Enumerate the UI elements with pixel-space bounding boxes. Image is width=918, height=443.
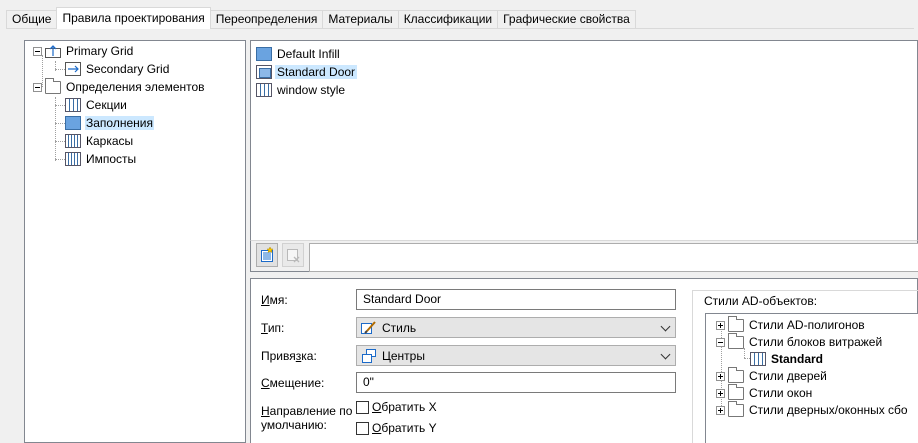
type-dropdown[interactable]: Стиль	[356, 317, 676, 338]
folder-icon	[728, 315, 744, 332]
delete-element-icon	[287, 249, 300, 263]
checkbox-box[interactable]	[356, 421, 369, 435]
tree-node-primary-grid[interactable]: Primary Grid	[33, 42, 134, 60]
list-item[interactable]: Default Infill	[256, 45, 342, 63]
collapse-icon[interactable]	[716, 337, 725, 347]
tree-node-label: Заполнения	[85, 116, 154, 130]
new-element-button[interactable]	[256, 243, 278, 267]
secondary-grid-icon	[65, 62, 81, 76]
mullion-icon	[65, 152, 81, 166]
tree-node-window-styles[interactable]: Стили окон	[716, 383, 813, 402]
primary-grid-icon	[45, 44, 61, 58]
tree-node-label: Primary Grid	[66, 44, 134, 58]
offset-label: Смещение:	[261, 376, 325, 390]
folder-icon	[728, 400, 744, 417]
expand-icon[interactable]	[716, 388, 725, 398]
expand-icon[interactable]	[716, 371, 725, 381]
type-value: Стиль	[382, 320, 417, 335]
default-direction-label: Направление по умолчанию:	[261, 404, 353, 432]
window-icon	[256, 83, 272, 97]
tree-connector	[55, 105, 65, 106]
curtain-unit-icon	[750, 352, 766, 366]
tree-connector	[55, 69, 65, 70]
list-item-label: Default Infill	[277, 47, 340, 61]
new-element-icon	[261, 247, 274, 262]
tree-node-label: Стили дверных/оконных сбо	[749, 403, 908, 417]
tree-node-secondary-grid[interactable]: Secondary Grid	[65, 60, 170, 78]
tab-design-rules[interactable]: Правила проектирования	[56, 7, 211, 29]
tree-node-label: Определения элементов	[66, 80, 205, 94]
tree-node-label: Стили AD-полигонов	[749, 318, 865, 332]
tree-node-label: Каркасы	[86, 134, 134, 148]
tree-node-label: Секции	[86, 98, 127, 112]
folder-icon	[728, 332, 744, 349]
infill-list[interactable]: Default Infill Standard Door window styl…	[250, 40, 918, 272]
tree-node-curtain-wall-unit-styles[interactable]: Стили блоков витражей	[716, 332, 883, 351]
tree-node-polygon-styles[interactable]: Стили AD-полигонов	[716, 315, 866, 334]
tree-node-frames[interactable]: Каркасы	[65, 132, 134, 150]
tree-node-label: Стили дверей	[749, 369, 827, 383]
type-label: Тип:	[261, 321, 285, 335]
tab-display-properties[interactable]: Графические свойства	[497, 10, 636, 28]
list-item[interactable]: window style	[256, 81, 347, 99]
collapse-icon[interactable]	[33, 82, 42, 92]
tree-connector	[55, 141, 65, 142]
tab-overrides[interactable]: Переопределения	[209, 10, 324, 28]
center-binding-icon	[362, 348, 376, 363]
tab-materials[interactable]: Материалы	[322, 10, 399, 28]
infill-icon	[65, 116, 81, 130]
chevron-down-icon	[660, 349, 671, 360]
tree-node-sections[interactable]: Секции	[65, 96, 128, 114]
tree-node-door-styles[interactable]: Стили дверей	[716, 366, 828, 385]
chevron-down-icon	[660, 321, 671, 332]
tree-node-label: Стили блоков витражей	[749, 335, 883, 349]
list-item[interactable]: Standard Door	[256, 63, 358, 81]
frame-icon	[65, 134, 81, 148]
folder-icon	[728, 383, 744, 400]
tree-connector	[55, 97, 56, 161]
binding-value: Центры	[382, 348, 425, 363]
expand-icon[interactable]	[716, 405, 725, 415]
tree-node-element-definitions[interactable]: Определения элементов	[33, 77, 206, 96]
flip-y-checkbox[interactable]: Обратить Y	[356, 421, 437, 435]
folder-icon	[728, 366, 744, 383]
folder-icon	[45, 77, 61, 94]
list-item-label: Standard Door	[275, 65, 358, 79]
expand-icon[interactable]	[716, 320, 725, 330]
checkbox-box[interactable]	[356, 400, 369, 414]
door-icon	[256, 65, 272, 79]
toolbar-field	[309, 243, 918, 272]
style-brush-icon	[361, 320, 376, 334]
offset-field[interactable]: 0"	[356, 372, 676, 393]
name-label: Имя:	[261, 293, 288, 307]
tree-node-door-window-assembly-styles[interactable]: Стили дверных/оконных сбо	[716, 400, 909, 419]
ad-styles-title: Стили AD-объектов:	[704, 294, 818, 308]
tab-classifications[interactable]: Классификации	[397, 10, 499, 28]
element-tree[interactable]: Primary Grid Secondary Grid Определения …	[24, 40, 246, 443]
collapse-icon[interactable]	[33, 46, 42, 56]
binding-dropdown[interactable]: Центры	[356, 345, 676, 366]
name-field[interactable]: Standard Door	[356, 289, 676, 310]
tree-node-standard[interactable]: Standard	[750, 350, 824, 368]
flip-x-checkbox[interactable]: Обратить X	[356, 400, 437, 414]
tree-connector	[55, 123, 65, 124]
tree-node-label: Импосты	[86, 152, 137, 166]
section-icon	[65, 98, 81, 112]
tab-general[interactable]: Общие	[6, 10, 58, 28]
tree-node-label: Secondary Grid	[86, 62, 170, 76]
ad-styles-tree[interactable]: Стили AD-полигонов Стили блоков витражей…	[705, 313, 918, 443]
delete-element-button[interactable]	[282, 243, 304, 267]
tree-node-infills[interactable]: Заполнения	[65, 114, 154, 132]
list-item-label: window style	[277, 83, 346, 97]
tree-node-label: Стили окон	[749, 386, 813, 400]
binding-label: Привязка:	[261, 349, 317, 363]
tree-node-mullions[interactable]: Импосты	[65, 150, 137, 168]
tree-node-label: Standard	[771, 352, 824, 366]
tab-strip: Общие Правила проектирования Переопредел…	[6, 7, 636, 29]
tree-connector	[55, 159, 65, 160]
infill-icon	[256, 47, 272, 61]
